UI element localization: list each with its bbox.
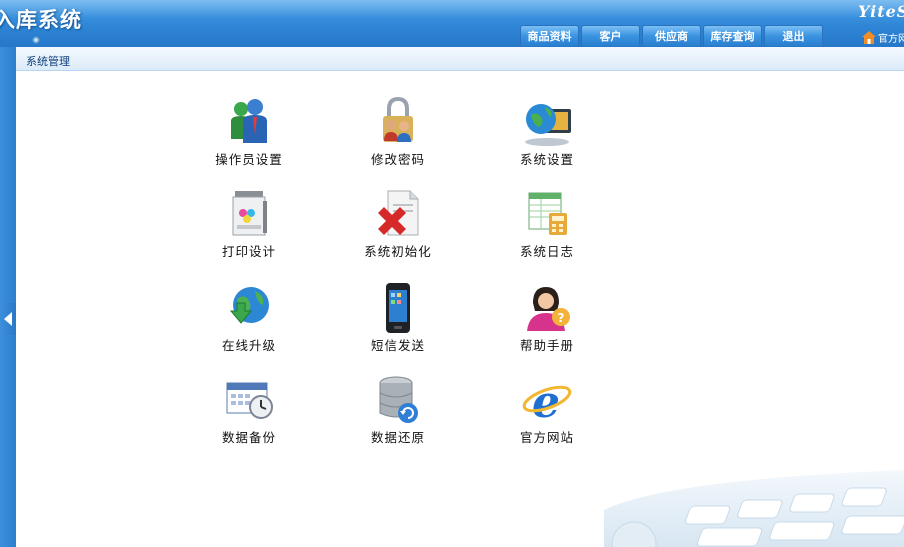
module-label: 系统初始化 xyxy=(364,244,432,259)
printer-icon xyxy=(232,191,267,236)
top-banner: 入库系统 YiteS 商品资料 客户 供应商 库存查询 退出 官方网 xyxy=(0,0,904,47)
module-system-log[interactable]: 系统日志 xyxy=(492,187,602,269)
module-data-backup[interactable]: 数据备份 xyxy=(194,373,304,455)
module-label: 打印设计 xyxy=(221,244,276,259)
document-delete-icon xyxy=(378,190,419,236)
tab-inventory-query[interactable]: 库存查询 xyxy=(703,25,762,46)
module-print-design[interactable]: 打印设计 xyxy=(194,187,304,269)
sparkle-decoration xyxy=(32,36,40,44)
module-sms-send[interactable]: 短信发送 xyxy=(343,281,453,363)
module-data-restore[interactable]: 数据还原 xyxy=(343,373,453,455)
spreadsheet-calculator-icon xyxy=(528,192,567,235)
brand-logo: YiteS xyxy=(858,2,904,21)
top-nav: 商品资料 客户 供应商 库存查询 退出 xyxy=(520,25,823,46)
home-icon xyxy=(862,31,876,44)
module-help-manual[interactable]: ? 帮助手册 xyxy=(492,281,602,363)
module-label: 短信发送 xyxy=(370,338,425,353)
module-label: 数据备份 xyxy=(221,430,276,445)
module-label: 系统设置 xyxy=(519,152,574,167)
help-person-icon: ? xyxy=(527,287,570,331)
module-label: 官方网站 xyxy=(519,430,574,445)
official-site-label: 官方网 xyxy=(878,34,904,45)
left-sidebar-strip xyxy=(0,47,16,547)
tab-products[interactable]: 商品资料 xyxy=(520,25,579,46)
globe-monitor-icon xyxy=(525,104,571,146)
module-system-settings[interactable]: 系统设置 xyxy=(492,95,602,177)
svg-text:?: ? xyxy=(558,311,565,325)
module-system-init[interactable]: 系统初始化 xyxy=(343,187,453,269)
module-label: 数据还原 xyxy=(370,430,425,445)
app-title: 入库系统 xyxy=(0,8,82,32)
mobile-phone-icon xyxy=(386,283,410,333)
module-operator-settings[interactable]: 操作员设置 xyxy=(194,95,304,177)
module-online-upgrade[interactable]: 在线升级 xyxy=(194,281,304,363)
tab-exit[interactable]: 退出 xyxy=(764,25,823,46)
module-label: 在线升级 xyxy=(221,338,276,353)
module-label: 系统日志 xyxy=(519,244,574,259)
internet-explorer-icon: e xyxy=(522,377,572,428)
module-label: 修改密码 xyxy=(370,152,425,167)
database-restore-icon xyxy=(379,376,418,423)
tab-suppliers[interactable]: 供应商 xyxy=(642,25,701,46)
globe-download-icon xyxy=(229,287,269,324)
calendar-clock-icon xyxy=(226,382,273,419)
keyboard-decoration xyxy=(604,470,904,547)
lock-users-icon xyxy=(383,96,413,142)
chevron-left-icon xyxy=(4,312,12,326)
tab-customers[interactable]: 客户 xyxy=(581,25,640,46)
module-label: 操作员设置 xyxy=(215,152,283,167)
svg-text:e: e xyxy=(532,377,560,428)
official-site-link[interactable]: 官方网 xyxy=(862,30,904,45)
breadcrumb-bar: 系统管理 xyxy=(16,47,904,71)
module-official-website[interactable]: e 官方网站 xyxy=(492,373,602,455)
sidebar-collapse-button[interactable] xyxy=(0,303,16,335)
module-change-password[interactable]: 修改密码 xyxy=(343,95,453,177)
module-label: 帮助手册 xyxy=(519,338,574,353)
breadcrumb: 系统管理 xyxy=(26,55,70,68)
operator-users-icon xyxy=(231,99,267,143)
banner-shine xyxy=(0,0,904,18)
